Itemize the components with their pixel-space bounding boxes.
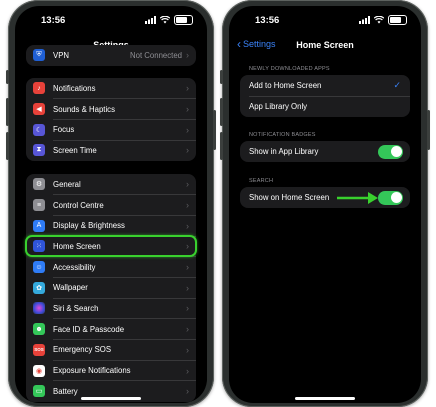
chevron-right-icon: › xyxy=(186,282,189,293)
sliders-icon: ≡ xyxy=(33,199,45,212)
home-indicator xyxy=(81,397,141,400)
volume-down-button xyxy=(220,132,223,160)
option-add-to-home-screen[interactable]: Add to Home Screen ✓ xyxy=(240,75,410,96)
vpn-group: ⛨ VPN Not Connected › xyxy=(26,45,196,66)
settings-row-display[interactable]: A Display & Brightness › xyxy=(26,215,196,237)
signal-icon xyxy=(145,16,156,24)
settings-row-siri[interactable]: Siri & Search › xyxy=(26,298,196,319)
volume-down-button xyxy=(6,132,9,160)
battery-icon: ▭ xyxy=(33,385,45,398)
status-bar: 13:56 xyxy=(15,6,207,28)
face-id-icon: ☻ xyxy=(33,323,45,336)
volume-up-button xyxy=(6,98,9,126)
row-show-in-app-library: Show in App Library xyxy=(240,141,410,162)
speaker-icon: ◀ xyxy=(33,103,45,116)
vpn-icon: ⛨ xyxy=(33,49,45,62)
chevron-right-icon: › xyxy=(186,124,189,135)
dynamic-island xyxy=(296,13,354,28)
left-screen: 13:56 Settings ⛨ VPN Not Connected › ♪ xyxy=(15,6,207,403)
settings-row-focus[interactable]: ☾ Focus › xyxy=(26,119,196,141)
hourglass-icon: ⧗ xyxy=(33,144,45,157)
accessibility-icon: ☺ xyxy=(33,261,45,274)
settings-row-control-centre[interactable]: ≡ Control Centre › xyxy=(26,195,196,216)
status-bar: 13:56 xyxy=(229,6,421,28)
power-button xyxy=(213,110,216,150)
wifi-icon xyxy=(160,16,170,24)
settings-row-vpn[interactable]: ⛨ VPN Not Connected › xyxy=(26,45,196,66)
chevron-right-icon: › xyxy=(186,83,189,94)
settings-row-wallpaper[interactable]: ✿ Wallpaper › xyxy=(26,277,196,299)
chevron-right-icon: › xyxy=(186,365,189,376)
chevron-right-icon: › xyxy=(186,262,189,273)
bell-icon: ♪ xyxy=(33,82,45,95)
home-screen-highlight xyxy=(25,235,197,257)
chevron-right-icon: › xyxy=(186,179,189,190)
power-button xyxy=(427,110,430,150)
exposure-icon: ◉ xyxy=(33,364,45,377)
chevron-right-icon: › xyxy=(186,200,189,211)
settings-row-screen-time[interactable]: ⧗ Screen Time › xyxy=(26,140,196,161)
flower-icon: ✿ xyxy=(33,281,45,294)
sos-icon: SOS xyxy=(33,343,45,356)
text-size-icon: A xyxy=(33,219,45,232)
section-header-badges: NOTIFICATION BADGES xyxy=(249,132,316,138)
dynamic-island xyxy=(82,13,140,28)
general-group: ⚙ General › ≡ Control Centre › A Display… xyxy=(26,174,196,402)
right-screen: 13:56 ‹ Settings Home Screen NEWLY DOWNL… xyxy=(229,6,421,403)
badges-group: Show in App Library xyxy=(240,141,410,162)
battery-status-icon xyxy=(388,15,407,25)
wifi-icon xyxy=(374,16,384,24)
show-on-home-screen-toggle[interactable] xyxy=(378,190,403,205)
left-phone-frame: 13:56 Settings ⛨ VPN Not Connected › ♪ xyxy=(6,0,216,407)
section-header-search: SEARCH xyxy=(249,178,274,184)
battery-status-icon xyxy=(174,15,193,25)
status-time: 13:56 xyxy=(41,15,66,26)
home-indicator xyxy=(295,397,355,400)
chevron-right-icon: › xyxy=(186,220,189,231)
settings-row-accessibility[interactable]: ☺ Accessibility › xyxy=(26,257,196,278)
chevron-right-icon: › xyxy=(186,303,189,314)
action-button xyxy=(6,70,9,84)
checkmark-icon: ✓ xyxy=(393,80,401,90)
volume-up-button xyxy=(220,98,223,126)
chevron-right-icon: › xyxy=(186,50,189,61)
page-title: Home Screen xyxy=(296,40,354,50)
action-button xyxy=(220,70,223,84)
vpn-status: Not Connected xyxy=(129,50,182,60)
green-arrow-icon xyxy=(337,192,378,204)
chevron-right-icon: › xyxy=(186,104,189,115)
settings-row-exposure[interactable]: ◉ Exposure Notifications › xyxy=(26,360,196,381)
settings-row-emergency-sos[interactable]: SOS Emergency SOS › xyxy=(26,340,196,361)
settings-row-sounds[interactable]: ◀ Sounds & Haptics › xyxy=(26,99,196,120)
status-time: 13:56 xyxy=(255,15,280,26)
chevron-right-icon: › xyxy=(186,324,189,335)
right-phone-frame: 13:56 ‹ Settings Home Screen NEWLY DOWNL… xyxy=(220,0,430,407)
show-in-app-library-toggle[interactable] xyxy=(378,144,403,159)
notifications-group: ♪ Notifications › ◀ Sounds & Haptics › ☾… xyxy=(26,78,196,161)
signal-icon xyxy=(359,16,370,24)
chevron-right-icon: › xyxy=(186,344,189,355)
chevron-right-icon: › xyxy=(186,386,189,397)
settings-row-general[interactable]: ⚙ General › xyxy=(26,174,196,195)
new-apps-group: Add to Home Screen ✓ App Library Only xyxy=(240,75,410,117)
settings-row-face-id[interactable]: ☻ Face ID & Passcode › xyxy=(26,319,196,340)
settings-row-notifications[interactable]: ♪ Notifications › xyxy=(26,78,196,99)
gear-icon: ⚙ xyxy=(33,178,45,191)
option-app-library-only[interactable]: App Library Only xyxy=(240,96,410,117)
moon-icon: ☾ xyxy=(33,123,45,136)
siri-icon xyxy=(33,302,45,315)
section-header-new-apps: NEWLY DOWNLOADED APPS xyxy=(249,66,330,72)
search-group: Show on Home Screen xyxy=(240,187,410,208)
chevron-right-icon: › xyxy=(186,145,189,156)
row-show-on-home-screen: Show on Home Screen xyxy=(240,187,410,208)
